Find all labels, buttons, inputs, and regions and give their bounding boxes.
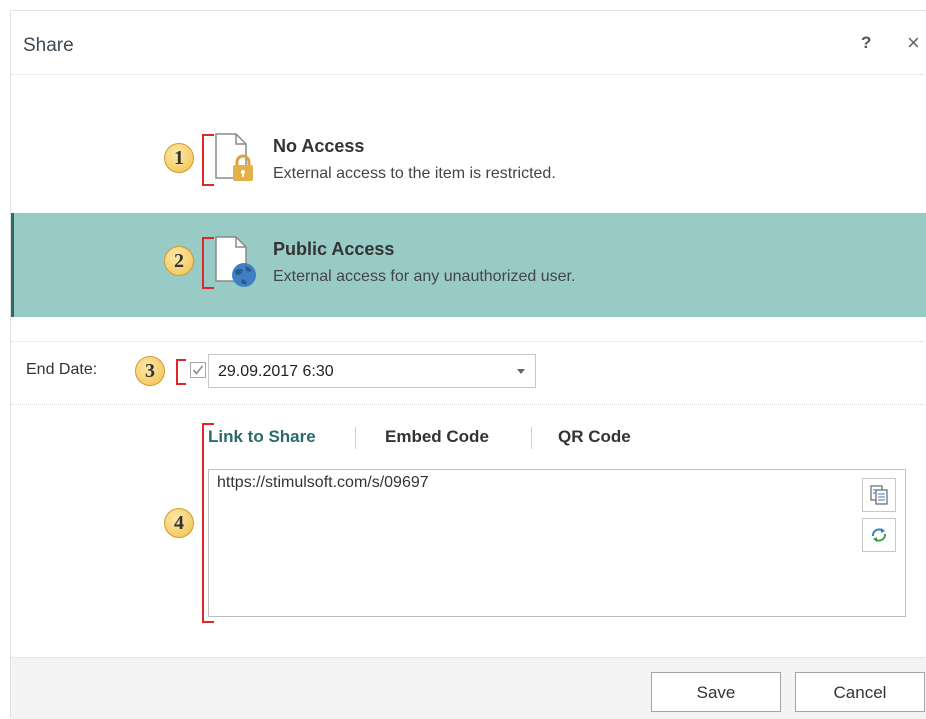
callout-badge: 3 xyxy=(135,356,165,386)
selection-indicator xyxy=(11,213,14,317)
callout-bracket xyxy=(202,237,214,289)
tab-embed-code[interactable]: Embed Code xyxy=(385,427,489,447)
cancel-button[interactable]: Cancel xyxy=(795,672,925,712)
callout-badge: 2 xyxy=(164,246,194,276)
tab-separator xyxy=(531,427,532,449)
callout-badge: 4 xyxy=(164,508,194,538)
dialog-title: Share xyxy=(23,35,74,56)
dialog-header: Share ? × xyxy=(11,11,926,75)
chevron-down-icon xyxy=(517,369,525,374)
regenerate-link-button[interactable] xyxy=(862,518,896,552)
close-icon[interactable]: × xyxy=(907,30,920,56)
checkmark-icon xyxy=(192,365,204,375)
share-link-textarea[interactable]: https://stimulsoft.com/s/09697 xyxy=(208,469,906,617)
end-date-value: 29.09.2017 6:30 xyxy=(218,363,334,380)
callout-bracket xyxy=(202,423,214,623)
end-date-picker[interactable]: 29.09.2017 6:30 xyxy=(208,354,536,388)
option-description: External access for any unauthorized use… xyxy=(273,268,576,285)
option-title: Public Access xyxy=(273,239,395,259)
save-button[interactable]: Save xyxy=(651,672,781,712)
tab-separator xyxy=(355,427,356,449)
divider xyxy=(11,341,926,342)
option-title: No Access xyxy=(273,136,365,156)
end-date-checkbox[interactable] xyxy=(190,362,206,378)
callout-bracket xyxy=(176,359,186,385)
callout-badge: 1 xyxy=(164,143,194,173)
option-no-access[interactable]: No Access External access to the item is… xyxy=(11,110,926,214)
refresh-icon xyxy=(872,528,886,542)
help-icon[interactable]: ? xyxy=(861,33,871,53)
option-description: External access to the item is restricte… xyxy=(273,165,556,182)
option-public-access[interactable]: Public Access External access for any un… xyxy=(11,213,926,317)
share-dialog: Share ? × No Access External access to t… xyxy=(10,10,926,719)
copy-icon xyxy=(870,485,888,505)
end-date-label: End Date: xyxy=(26,361,98,378)
copy-link-button[interactable] xyxy=(862,478,896,512)
callout-bracket xyxy=(202,134,214,186)
dialog-footer: Save Cancel xyxy=(11,657,926,719)
share-link-url: https://stimulsoft.com/s/09697 xyxy=(217,474,429,491)
tab-qr-code[interactable]: QR Code xyxy=(558,427,631,447)
tab-link-to-share[interactable]: Link to Share xyxy=(208,427,316,447)
divider xyxy=(11,404,926,405)
